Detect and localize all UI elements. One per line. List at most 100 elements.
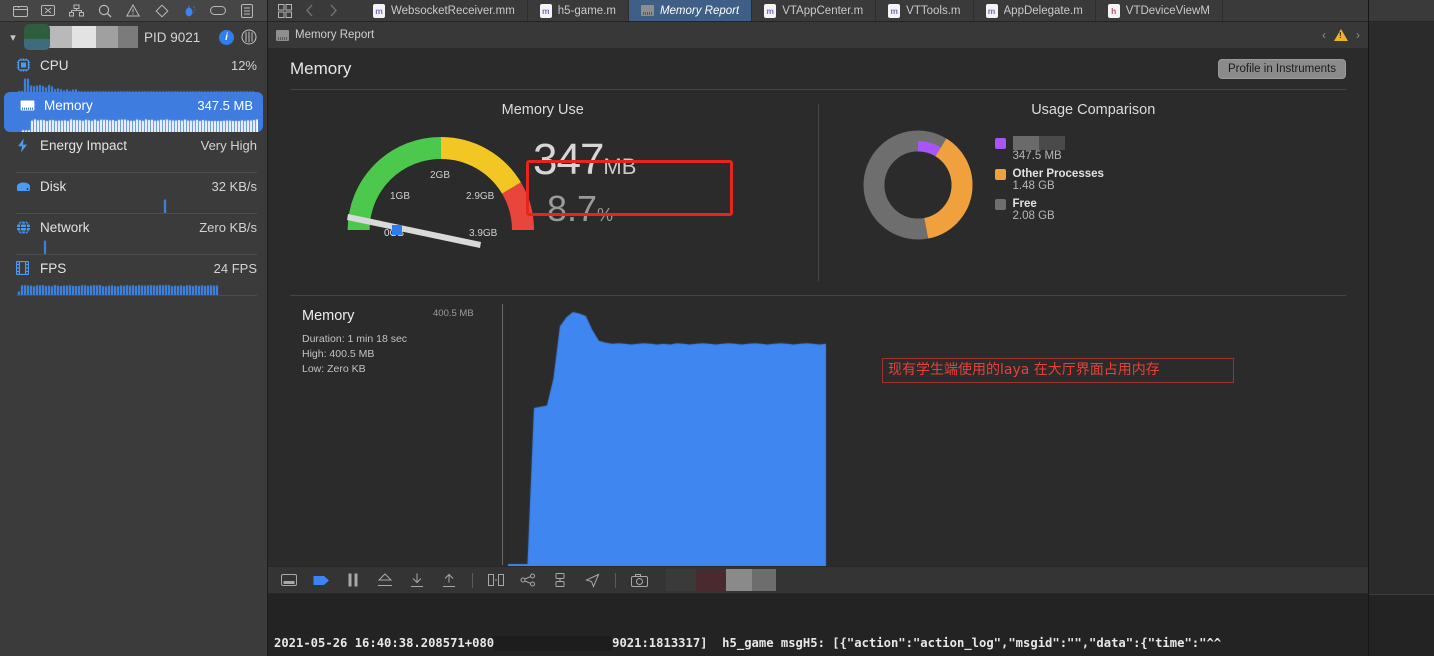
- panel-title: Usage Comparison: [819, 90, 1369, 118]
- view-hierarchy-icon[interactable]: [551, 571, 569, 589]
- tab-label: Memory Report: [660, 5, 739, 17]
- gauge-marker: [392, 225, 402, 235]
- panel-title: Memory Use: [268, 90, 818, 118]
- legend-value: 347.5 MB: [1013, 150, 1104, 162]
- view-debug-icon[interactable]: [487, 571, 505, 589]
- folder-icon[interactable]: [10, 3, 30, 19]
- cpu-icon: [16, 58, 32, 72]
- issue-nav-controls: ‹ ›: [1322, 28, 1360, 42]
- step-into-icon[interactable]: [408, 571, 426, 589]
- warning-icon[interactable]: [123, 3, 143, 19]
- toolbar-redacted-area: [666, 569, 776, 591]
- issue-icon[interactable]: [38, 3, 58, 19]
- sidebar-item-label: Disk: [40, 179, 66, 194]
- step-over-icon[interactable]: [376, 571, 394, 589]
- tag-icon[interactable]: [208, 3, 228, 19]
- tab-vttools[interactable]: m VTTools.m: [876, 0, 973, 21]
- sidebar-item-network[interactable]: Network Zero KB/s: [0, 214, 267, 254]
- legend-swatch: [995, 199, 1006, 210]
- sidebar-item-value: 12%: [231, 58, 257, 73]
- disk-icon: [16, 179, 32, 193]
- legend-value: 1.48 GB: [1013, 180, 1104, 192]
- sidebar-item-value: 347.5 MB: [197, 98, 253, 113]
- memory-use-panel: Memory Use 0GB 1GB 2GB 2.9GB: [268, 90, 818, 295]
- energy-sparkline: [16, 158, 257, 172]
- report-icon: [276, 30, 289, 41]
- sidebar-item-energy-impact[interactable]: Energy Impact Very High: [0, 132, 267, 172]
- breakpoint-icon[interactable]: [152, 3, 172, 19]
- breadcrumb-label: Memory Report: [295, 29, 374, 41]
- hierarchy-icon[interactable]: [67, 3, 87, 19]
- grid-layout-icon[interactable]: [274, 0, 296, 22]
- profile-in-instruments-button[interactable]: Profile in Instruments: [1218, 59, 1346, 79]
- page-title: Memory: [290, 59, 351, 79]
- tab-h5-game[interactable]: m h5-game.m: [528, 0, 629, 21]
- info-icon[interactable]: i: [219, 30, 234, 45]
- sidebar-item-memory[interactable]: Memory 347.5 MB: [4, 92, 263, 132]
- sidebar-item-label: FPS: [40, 261, 66, 276]
- gauge-icon[interactable]: [241, 29, 257, 45]
- navigator-icon-bar: [0, 0, 267, 22]
- camera-icon[interactable]: [630, 571, 648, 589]
- m-file-icon: m: [986, 4, 998, 18]
- chevron-down-icon[interactable]: ▾: [6, 31, 20, 44]
- previous-issue-icon[interactable]: ‹: [1322, 28, 1326, 42]
- tab-vtappcenter[interactable]: m VTAppCenter.m: [752, 0, 876, 21]
- memory-graph-icon[interactable]: [519, 571, 537, 589]
- usage-comparison-panel: Usage Comparison 347.5 MB Other Processe…: [819, 90, 1369, 295]
- forward-icon[interactable]: [322, 0, 344, 22]
- tabbar-tools: [268, 0, 361, 21]
- disk-sparkline: [16, 199, 257, 213]
- variables-toggle-icon[interactable]: [312, 571, 330, 589]
- step-out-icon[interactable]: [440, 571, 458, 589]
- tab-appdelegate[interactable]: m AppDelegate.m: [974, 0, 1096, 21]
- red-annotation-note: 现有学生端使用的laya 在大厅界面占用内存: [882, 358, 1234, 383]
- svg-text:2.9GB: 2.9GB: [466, 191, 495, 202]
- memory-value-number: 347: [533, 135, 603, 184]
- breadcrumb[interactable]: Memory Report: [276, 29, 374, 41]
- report-navigator-icon[interactable]: [237, 3, 257, 19]
- next-issue-icon[interactable]: ›: [1356, 28, 1360, 42]
- sidebar-item-cpu[interactable]: CPU 12%: [0, 52, 267, 92]
- sidebar-item-label: Energy Impact: [40, 138, 127, 153]
- debug-console[interactable]: 2021-05-26 16:40:38.208571+080 9021:18133…: [268, 594, 1368, 656]
- memory-value: 347MB: [533, 138, 636, 182]
- tab-label: WebsocketReceiver.mm: [391, 5, 515, 17]
- memory-use-readout: 347MB 8.7%: [533, 138, 636, 229]
- debug-icon[interactable]: [180, 3, 200, 19]
- divider: [16, 295, 257, 296]
- warning-icon[interactable]: [1334, 29, 1348, 41]
- report-header: Memory Profile in Instruments: [268, 49, 1368, 79]
- memory-report-pane: Memory Profile in Instruments Memory Use: [268, 49, 1368, 566]
- legend-label: Free: [1013, 198, 1037, 210]
- graph-duration: Duration: 1 min 18 sec: [302, 332, 482, 347]
- fps-icon: [16, 261, 32, 275]
- back-icon[interactable]: [298, 0, 320, 22]
- legend-item-app: 347.5 MB: [995, 136, 1104, 162]
- sidebar-item-disk[interactable]: Disk 32 KB/s: [0, 173, 267, 213]
- location-icon[interactable]: [583, 571, 601, 589]
- tab-label: VTDeviceViewM: [1126, 5, 1210, 17]
- memory-percent-number: 8.7: [547, 188, 597, 229]
- memory-graph-section: Memory Duration: 1 min 18 sec High: 400.…: [290, 295, 1346, 565]
- legend-label: Other Processes: [1013, 168, 1104, 180]
- tab-websocketreceiver[interactable]: m WebsocketReceiver.mm: [361, 0, 528, 21]
- report-panels: Memory Use 0GB 1GB 2GB 2.9GB: [268, 90, 1368, 295]
- tab-memory-report[interactable]: Memory Report: [629, 0, 752, 21]
- process-row[interactable]: ▾ PID 9021 i: [0, 22, 267, 52]
- search-icon[interactable]: [95, 3, 115, 19]
- m-file-icon: m: [540, 4, 552, 18]
- h-file-icon: h: [1108, 4, 1120, 18]
- pause-icon[interactable]: [344, 571, 362, 589]
- fps-sparkline: [16, 281, 257, 295]
- tab-list: m WebsocketReceiver.mm m h5-game.m Memor…: [361, 0, 1406, 21]
- console-toggle-icon[interactable]: [280, 571, 298, 589]
- legend-item-free: Free 2.08 GB: [995, 198, 1104, 222]
- memory-graph-plot[interactable]: [502, 304, 1037, 565]
- app-name-redacted: [42, 26, 138, 48]
- m-file-icon: m: [373, 4, 385, 18]
- tab-vtdeviceview[interactable]: h VTDeviceViewM: [1096, 0, 1223, 21]
- memory-percent-unit: %: [597, 205, 613, 225]
- m-file-icon: m: [888, 4, 900, 18]
- sidebar-item-fps[interactable]: FPS 24 FPS: [0, 255, 267, 295]
